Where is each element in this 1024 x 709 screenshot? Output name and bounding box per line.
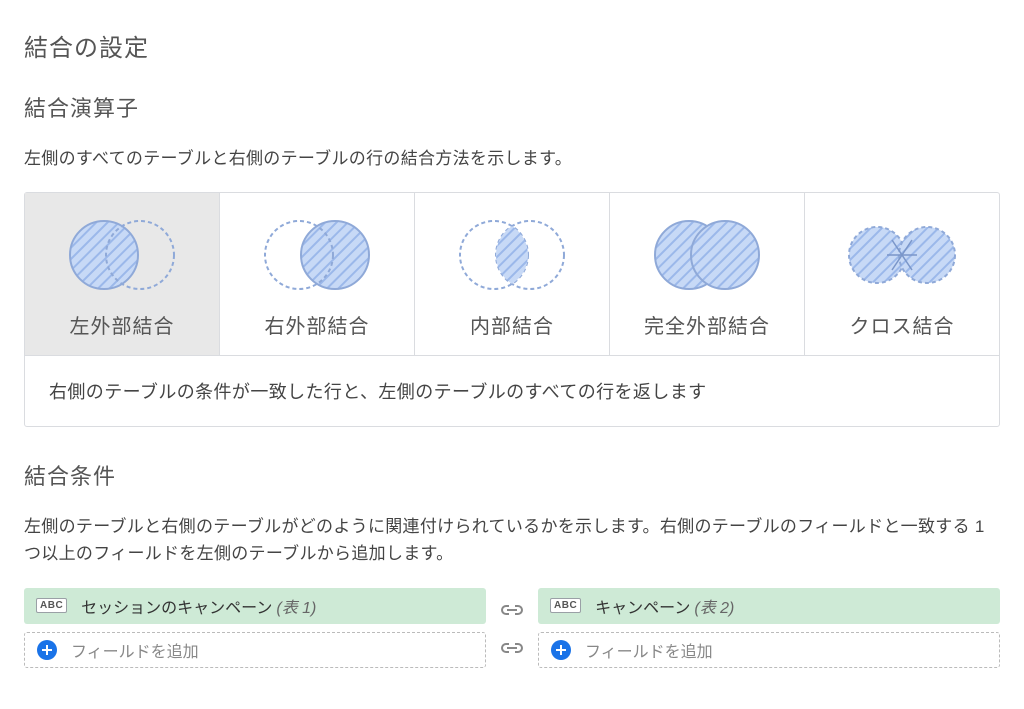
right-add-field-button[interactable]: フィールドを追加 (538, 632, 1000, 668)
left-field-chip[interactable]: ABC セッションのキャンペーン (表 1) (24, 588, 486, 624)
venn-right-outer-icon (252, 215, 382, 295)
join-option-label: 左外部結合 (33, 310, 211, 339)
join-option-label: 右外部結合 (228, 310, 406, 339)
operator-section-title: 結合演算子 (24, 91, 1000, 123)
operator-description: 左側のすべてのテーブルと右側のテーブルの行の結合方法を示します。 (24, 145, 1000, 172)
link-icon (498, 600, 526, 620)
join-option-label: 内部結合 (423, 310, 601, 339)
right-condition-column: ABC キャンペーン (表 2) フィールドを追加 (538, 588, 1000, 668)
plus-icon (37, 640, 57, 660)
venn-cross-icon (837, 215, 967, 295)
add-field-label: フィールドを追加 (585, 638, 713, 662)
text-type-icon: ABC (550, 598, 581, 613)
join-option-inner[interactable]: 内部結合 (415, 193, 610, 355)
join-option-left-outer[interactable]: 左外部結合 (25, 193, 220, 355)
plus-icon (551, 640, 571, 660)
right-field-suffix: (表 2) (694, 594, 734, 618)
right-field-name: キャンペーン (595, 594, 690, 618)
left-field-suffix: (表 1) (276, 594, 316, 618)
venn-left-outer-icon (57, 215, 187, 295)
venn-inner-icon (447, 215, 577, 295)
page-title: 結合の設定 (24, 28, 1000, 63)
left-condition-column: ABC セッションのキャンペーン (表 1) フィールドを追加 (24, 588, 486, 668)
text-type-icon: ABC (36, 598, 67, 613)
join-option-label: クロス結合 (813, 310, 991, 339)
left-add-field-button[interactable]: フィールドを追加 (24, 632, 486, 668)
join-option-label: 完全外部結合 (618, 310, 796, 339)
link-icon-column (498, 598, 526, 658)
link-icon (498, 638, 526, 658)
join-option-full-outer[interactable]: 完全外部結合 (610, 193, 805, 355)
join-option-right-outer[interactable]: 右外部結合 (220, 193, 415, 355)
condition-description: 左側のテーブルと右側のテーブルがどのように関連付けられているかを示します。右側の… (24, 513, 1000, 567)
join-operator-block: 左外部結合 右外部結合 (24, 192, 1000, 427)
selected-join-description: 右側のテーブルの条件が一致した行と、左側のテーブルのすべての行を返します (25, 355, 999, 426)
condition-section-title: 結合条件 (24, 459, 1000, 491)
venn-full-outer-icon (642, 215, 772, 295)
join-option-cross[interactable]: クロス結合 (805, 193, 999, 355)
join-options-row: 左外部結合 右外部結合 (25, 193, 999, 355)
left-field-name: セッションのキャンペーン (81, 594, 272, 618)
right-field-chip[interactable]: ABC キャンペーン (表 2) (538, 588, 1000, 624)
join-conditions: ABC セッションのキャンペーン (表 1) フィールドを追加 ABC キャンペ… (24, 588, 1000, 668)
add-field-label: フィールドを追加 (71, 638, 199, 662)
